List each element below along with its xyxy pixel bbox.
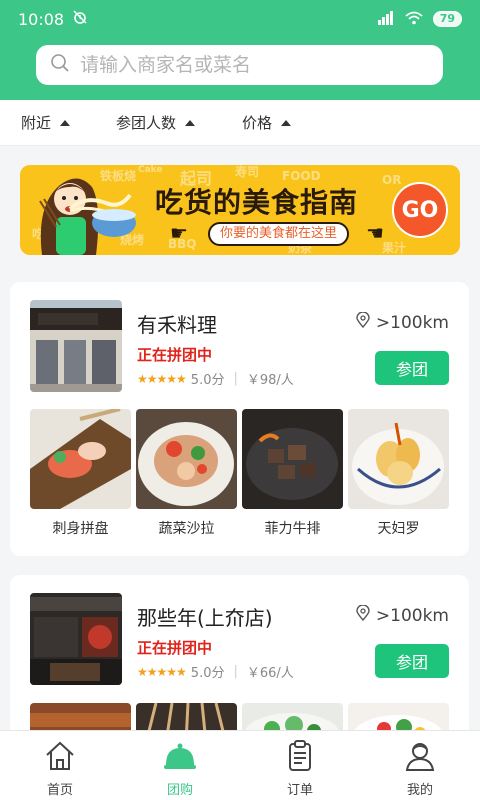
- signal-icon: [377, 10, 395, 28]
- banner-bg-word: Cake: [138, 165, 163, 175]
- rating-value: 5.0分: [190, 373, 225, 388]
- dish-item[interactable]: 蔬菜沙拉: [136, 409, 237, 538]
- dish-name: 天妇罗: [377, 521, 420, 537]
- dish-item[interactable]: 刺身拼盘: [30, 409, 131, 538]
- pointing-hand-icon: ☛: [366, 221, 384, 245]
- tab-orders[interactable]: 订单: [240, 731, 360, 800]
- banner-title: 吃货的美食指南: [155, 186, 359, 219]
- search-bar[interactable]: [36, 45, 443, 85]
- search-icon: [50, 53, 70, 77]
- store-meta: ★★★★★ 5.0分 | ￥98/人: [137, 369, 294, 388]
- sort-up-icon: [185, 119, 196, 126]
- store-name: 那些年(上夼店): [137, 606, 273, 630]
- store-card[interactable]: 有禾料理 >100km 正在拼团中 ★★★★★ 5.0分 | ￥98/人 参团 …: [10, 282, 469, 556]
- star-rating-icon: ★★★★★: [137, 371, 187, 386]
- banner-subtitle: 你要的美食都在这里: [208, 222, 350, 246]
- banner-bg-word: 寿司: [235, 165, 260, 179]
- home-icon: [43, 739, 77, 777]
- tab-label: 订单: [286, 783, 313, 798]
- tab-group-buy[interactable]: 团购: [120, 731, 240, 800]
- status-bar: 10:08 79: [0, 0, 480, 38]
- battery-indicator: 79: [432, 11, 462, 27]
- sort-up-icon: [60, 119, 71, 126]
- tab-home[interactable]: 首页: [0, 731, 120, 800]
- divider: |: [233, 664, 238, 679]
- banner-go-button[interactable]: GO: [392, 182, 448, 238]
- store-name: 有禾料理: [137, 313, 217, 337]
- store-thumbnail: [30, 300, 122, 392]
- filter-group-size[interactable]: 参团人数: [116, 112, 196, 133]
- location-pin-icon: [356, 604, 370, 626]
- promo-banner[interactable]: 铁板烧 起司 寿司 FOOD Cake OR 奶茶 果汁 吃喝 烧烤 BBQ 吃…: [20, 165, 460, 255]
- dish-name: 刺身拼盘: [52, 521, 109, 537]
- cloche-icon: [163, 739, 197, 777]
- filter-nearby[interactable]: 附近: [21, 112, 71, 133]
- tab-label: 团购: [166, 783, 193, 798]
- pointing-hand-icon: ☛: [170, 221, 188, 245]
- dish-image: [348, 409, 449, 509]
- tab-label: 首页: [46, 783, 73, 798]
- clipboard-icon: [283, 739, 317, 777]
- dish-name: 菲力牛排: [264, 521, 321, 537]
- join-group-button[interactable]: 参团: [375, 644, 449, 678]
- filter-label: 价格: [242, 114, 273, 132]
- join-group-button[interactable]: 参团: [375, 351, 449, 385]
- group-buy-status: 正在拼团中: [137, 639, 213, 657]
- sort-up-icon: [281, 119, 292, 126]
- user-icon: [403, 739, 437, 777]
- dish-item[interactable]: 天妇罗: [348, 409, 449, 538]
- location-pin-icon: [356, 311, 370, 333]
- rating-value: 5.0分: [190, 666, 225, 681]
- alarm-off-icon: [72, 9, 88, 29]
- search-input[interactable]: [80, 54, 410, 76]
- distance-value: >100km: [375, 312, 449, 333]
- dish-image: [30, 409, 131, 509]
- banner-bg-word: 果汁: [382, 241, 407, 255]
- dish-name: 蔬菜沙拉: [158, 521, 215, 537]
- header: 10:08 79: [0, 0, 480, 100]
- store-distance: >100km: [356, 604, 449, 626]
- price-per-person: ￥98/人: [246, 373, 294, 388]
- wifi-icon: [405, 11, 423, 28]
- tab-profile[interactable]: 我的: [360, 731, 480, 800]
- filter-bar: 附近 参团人数 价格: [0, 100, 480, 146]
- distance-value: >100km: [375, 605, 449, 626]
- store-distance: >100km: [356, 311, 449, 333]
- dish-image: [242, 409, 343, 509]
- dish-image: [136, 409, 237, 509]
- divider: |: [233, 371, 238, 386]
- filter-label: 参团人数: [116, 114, 177, 132]
- dish-item[interactable]: 菲力牛排: [242, 409, 343, 538]
- bottom-tab-bar: 首页 团购 订单 我的: [0, 730, 480, 800]
- filter-label: 附近: [21, 114, 52, 132]
- filter-price[interactable]: 价格: [242, 112, 292, 133]
- tab-label: 我的: [406, 783, 433, 798]
- group-buy-status: 正在拼团中: [137, 346, 213, 364]
- status-time: 10:08: [18, 9, 65, 29]
- store-meta: ★★★★★ 5.0分 | ￥66/人: [137, 662, 294, 681]
- store-thumbnail: [30, 593, 122, 685]
- cartoon-girl-eating-noodles-illustration: [39, 178, 136, 255]
- price-per-person: ￥66/人: [246, 666, 294, 681]
- banner-bg-word: OR: [382, 173, 402, 187]
- star-rating-icon: ★★★★★: [137, 664, 187, 679]
